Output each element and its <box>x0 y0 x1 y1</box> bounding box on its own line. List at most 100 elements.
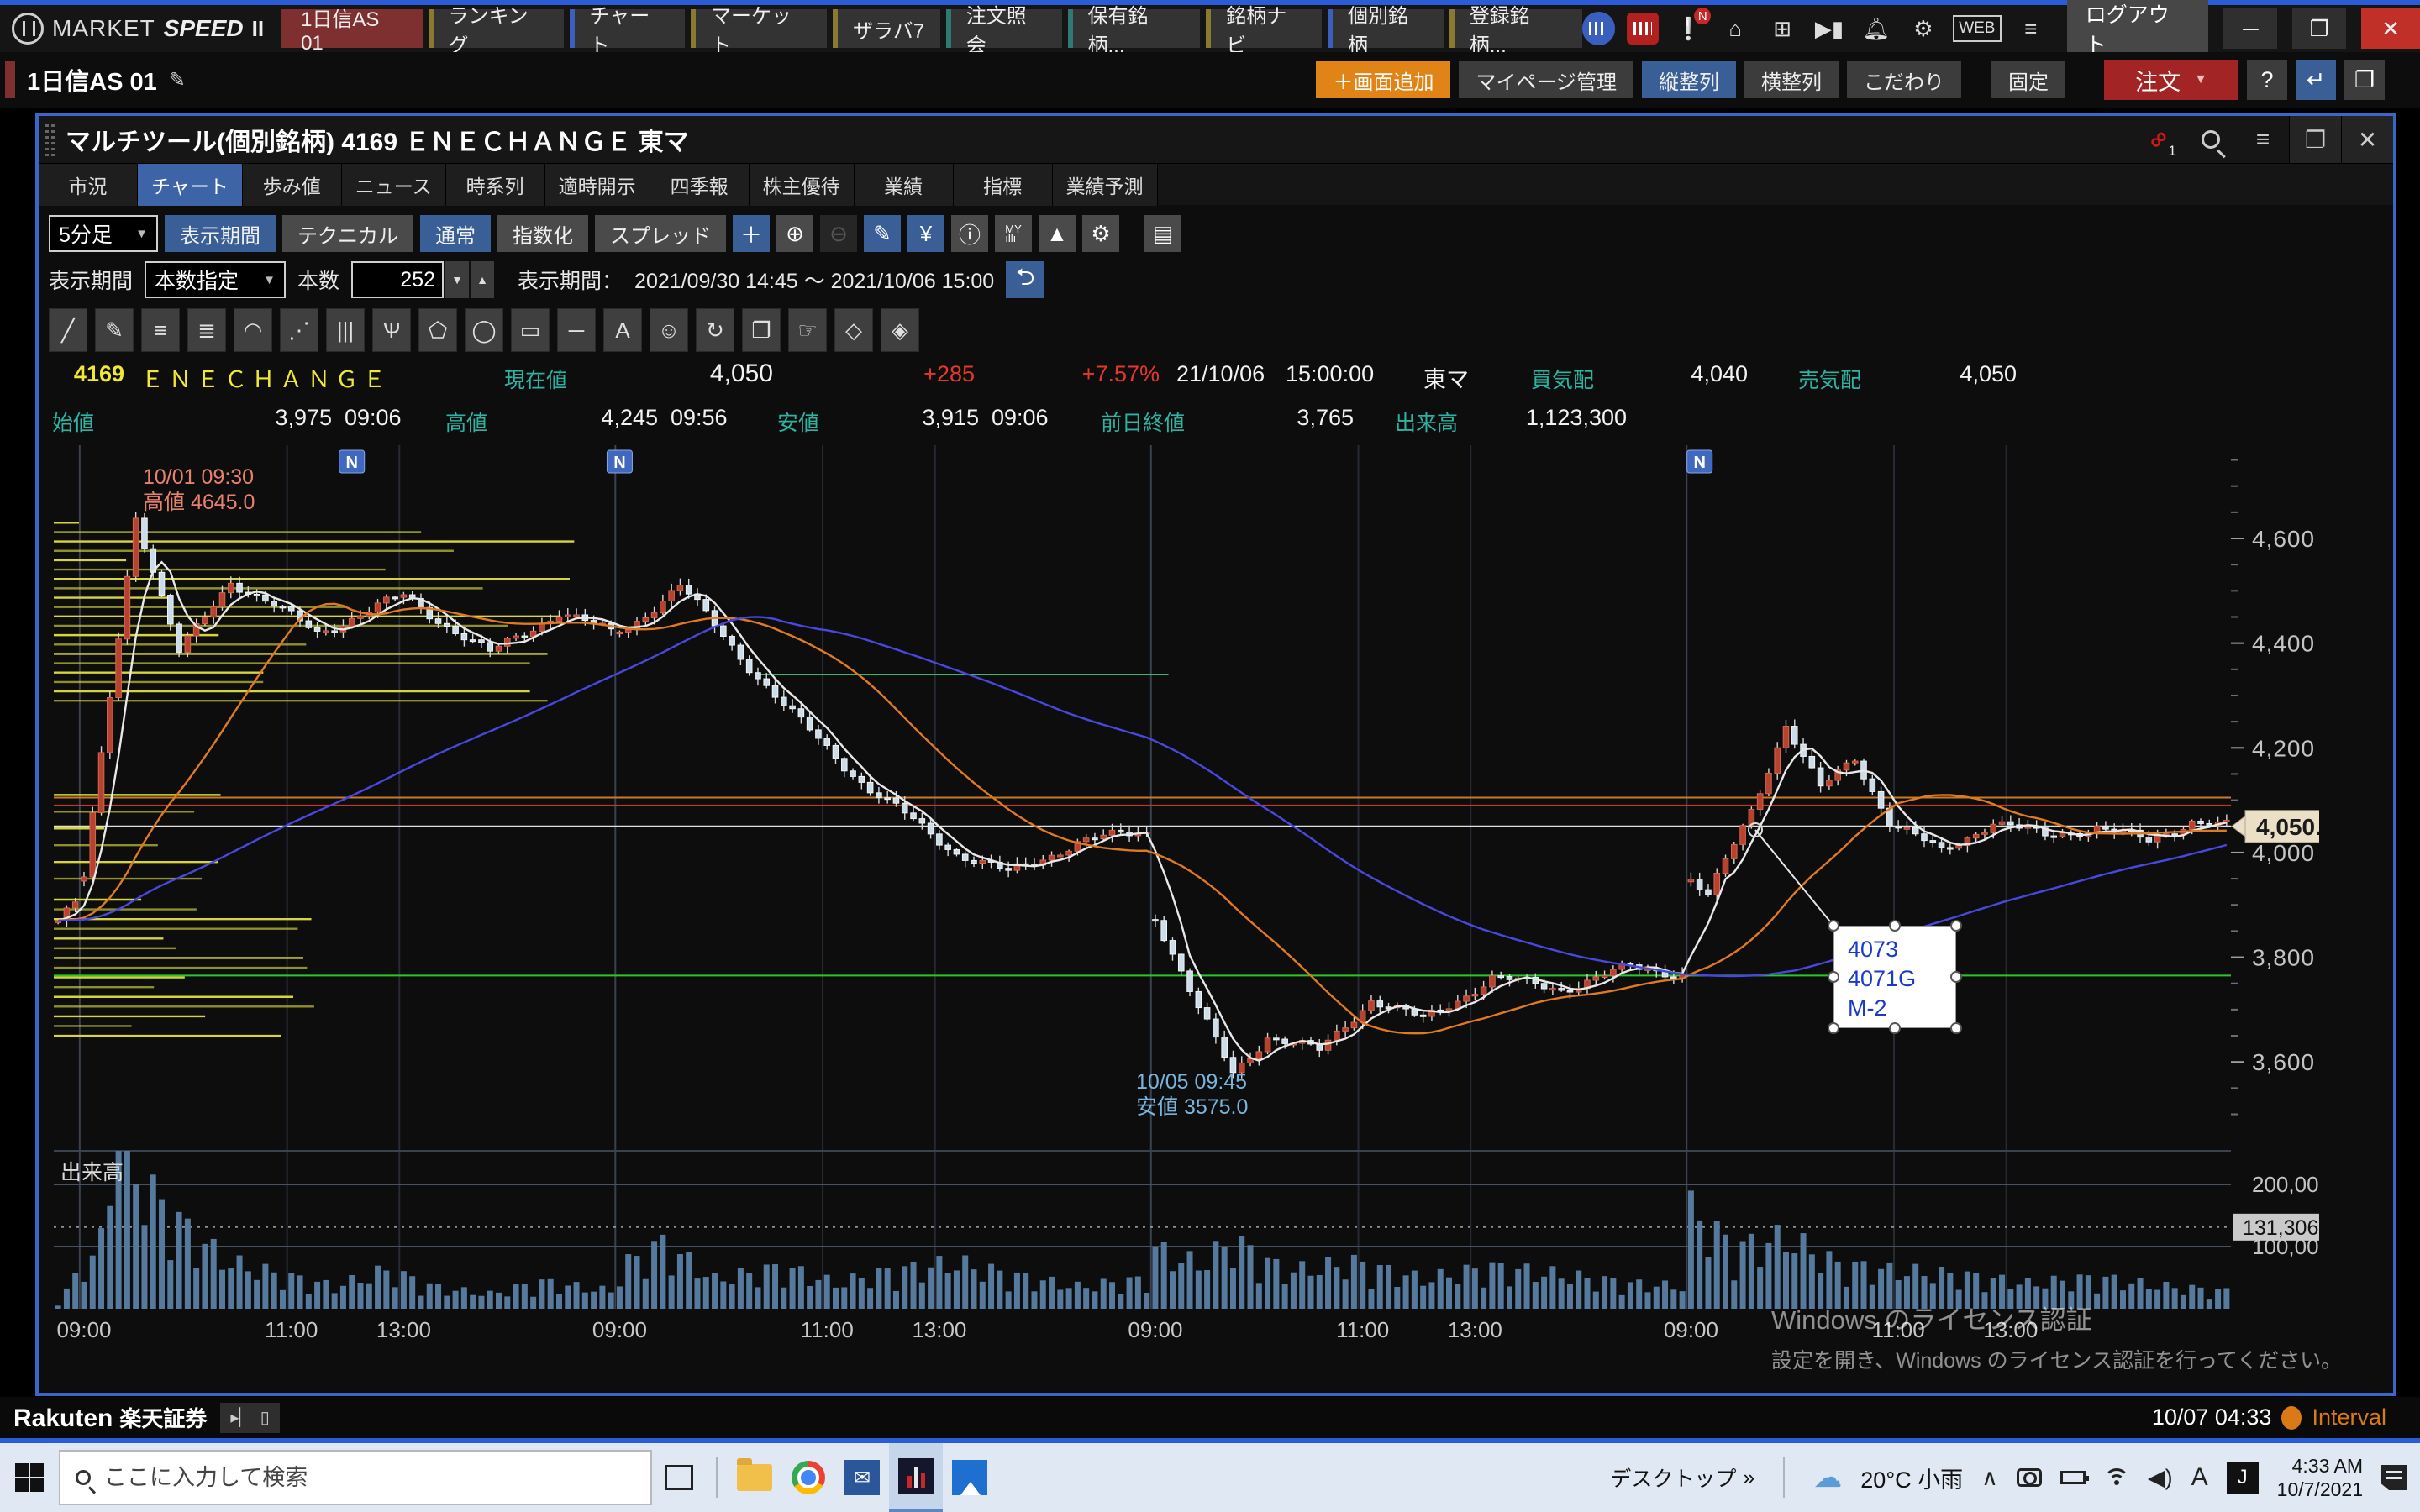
tab-chart[interactable]: チャート <box>138 164 243 206</box>
window-restore-icon[interactable]: ❐ <box>2289 116 2341 163</box>
spread-button[interactable]: スプレッド <box>595 215 726 252</box>
camera-icon[interactable] <box>2017 1468 2042 1487</box>
time-cycle-tool-icon[interactable]: ↻ <box>696 308 734 352</box>
parallel-lines-tool-icon[interactable]: ≣ <box>187 308 226 352</box>
chrome-button[interactable] <box>781 1443 835 1512</box>
taskbar-clock[interactable]: 4:33 AM10/7/2021 <box>2277 1454 2363 1501</box>
play-pause-icon[interactable]: ▸▏ <box>230 1407 251 1428</box>
hamburger-menu-icon[interactable]: ≡ <box>2013 11 2049 46</box>
close-button[interactable]: ✕ <box>2361 8 2420 49</box>
bar-count-input[interactable] <box>351 261 444 298</box>
my-chart-button[interactable]: MYıllı <box>995 215 1032 252</box>
fan-lines-tool-icon[interactable]: ⋰ <box>280 308 318 352</box>
add-window-icon[interactable]: ⊞ <box>1765 11 1800 46</box>
ime-letter[interactable]: A <box>2191 1463 2208 1492</box>
annotation-handle[interactable] <box>1889 920 1901 932</box>
zoom-in-button[interactable]: ⊕ <box>776 215 813 252</box>
tab-indicators[interactable]: 指標 <box>954 164 1053 206</box>
tab-disclosure[interactable]: 適時開示 <box>545 164 650 206</box>
tab-shikiho[interactable]: 四季報 <box>650 164 750 206</box>
annotation-handle[interactable] <box>1950 920 1962 932</box>
hand-tool-icon[interactable]: ☞ <box>788 308 827 352</box>
normal-button[interactable]: 通常 <box>420 215 491 252</box>
taskbar-search[interactable] <box>59 1450 652 1505</box>
chart-square-icon[interactable] <box>1627 13 1659 45</box>
eraser-tool-icon[interactable]: ◇ <box>834 308 873 352</box>
tab-time-series[interactable]: 時系列 <box>446 164 545 206</box>
popout-button[interactable]: ❐ <box>2344 60 2385 100</box>
annotation-handle[interactable] <box>1828 971 1839 983</box>
multitool-titlebar[interactable]: マルチツール(個別銘柄) 4169 ＥＮＥＣＨＡＮＧＥ 東マ ∞1 ≡ ❐ ✕ <box>39 116 2393 163</box>
annotation-handle[interactable] <box>1950 1022 1962 1034</box>
text-tool-icon[interactable]: A <box>603 308 642 352</box>
period-mode-select[interactable]: 本数指定▼ <box>145 261 286 298</box>
display-period-button[interactable]: 表示期間 <box>165 215 276 252</box>
horizontal-segment-tool-icon[interactable]: ─ <box>557 308 596 352</box>
add-screen-button[interactable]: ＋画面追加 <box>1316 61 1450 98</box>
indexed-button[interactable]: 指数化 <box>497 215 588 252</box>
ellipse-tool-icon[interactable]: ◯ <box>465 308 503 352</box>
annotation-handle[interactable] <box>1950 971 1962 983</box>
search-icon[interactable] <box>2185 116 2237 163</box>
monitor-icon[interactable]: ▶▮ <box>1812 11 1847 46</box>
order-button[interactable]: 注文▼ <box>2104 60 2238 100</box>
menu-tab-ranking[interactable]: ランキング <box>429 9 564 48</box>
photos-button[interactable] <box>943 1443 997 1512</box>
trendline[interactable] <box>1755 830 1833 926</box>
mail-button[interactable]: ✉ <box>835 1443 889 1512</box>
tile-vertical-button[interactable]: 縦整列 <box>1642 61 1736 98</box>
chart-settings-button[interactable]: ⚙ <box>1082 215 1119 252</box>
zoom-out-button[interactable]: ⊖ <box>820 215 857 252</box>
search-input[interactable] <box>104 1465 608 1491</box>
menu-tab-individual-stock[interactable]: 個別銘柄 <box>1328 9 1444 48</box>
bell-icon[interactable]: 🔔︎ <box>1859 11 1894 46</box>
count-up-button[interactable]: ▲ <box>469 261 494 298</box>
menu-tab-day-trade-as-01[interactable]: 1日信AS 01 <box>281 9 422 48</box>
annotation-handle[interactable] <box>1828 920 1839 932</box>
weather-icon[interactable]: ☁ <box>1813 1461 1842 1494</box>
wifi-icon[interactable] <box>2104 1468 2129 1487</box>
tab-news[interactable]: ニュース <box>342 164 446 206</box>
ime-mode-icon[interactable]: J <box>2227 1462 2259 1494</box>
menu-tab-zaraba7[interactable]: ザラバ7 <box>833 9 940 48</box>
pencil-tool-icon[interactable]: ✎ <box>95 308 134 352</box>
action-center-icon[interactable] <box>2381 1465 2407 1490</box>
desktop-toolbar[interactable]: デスクトップ» <box>1610 1462 1754 1493</box>
battery-icon[interactable] <box>2060 1471 2086 1484</box>
speaker-icon[interactable]: ◀) <box>2148 1465 2173 1491</box>
menu-tab-order-inquiry[interactable]: 注文照会 <box>946 9 1062 48</box>
alert-icon[interactable]: ❕N <box>1670 11 1706 46</box>
home-icon[interactable]: ⌂ <box>1718 11 1753 46</box>
task-view-button[interactable] <box>652 1443 706 1512</box>
annotation-handle[interactable] <box>1828 1022 1839 1034</box>
icon-stamp-tool-icon[interactable]: ☺ <box>650 308 688 352</box>
price-annotation-box[interactable]: 4073 4071G M-2 <box>1833 926 1956 1028</box>
menu-tab-stock-navi[interactable]: 銘柄ナビ <box>1206 9 1322 48</box>
start-button[interactable] <box>0 1443 59 1512</box>
technical-button[interactable]: テクニカル <box>282 215 413 252</box>
mypage-manage-button[interactable]: マイページ管理 <box>1459 61 1634 98</box>
print-button[interactable]: ▤ <box>1144 215 1181 252</box>
eraser-all-tool-icon[interactable]: ◈ <box>881 308 919 352</box>
vertical-lines-tool-icon[interactable]: ||| <box>326 308 365 352</box>
drag-grip-icon[interactable] <box>45 123 57 156</box>
file-explorer-button[interactable] <box>728 1443 781 1512</box>
menu-tab-registered-stocks[interactable]: 登録銘柄... <box>1449 9 1582 48</box>
marketspeed-button[interactable] <box>889 1443 943 1512</box>
price-volume-chart[interactable]: 3,6003,8004,0004,2004,4004,600200,000100… <box>50 444 2319 1349</box>
edit-pencil-icon[interactable]: ✎ <box>169 68 186 92</box>
menu-tab-market[interactable]: マーケット <box>691 9 827 48</box>
trendline-tool-icon[interactable]: ╱ <box>49 308 87 352</box>
minimize-button[interactable]: ─ <box>2223 8 2277 49</box>
web-icon[interactable]: WEB <box>1953 15 2002 42</box>
tile-horizontal-button[interactable]: 横整列 <box>1744 61 1839 98</box>
interval-select[interactable]: 5分足▼ <box>49 215 158 252</box>
yen-scale-button[interactable]: ¥ <box>908 215 944 252</box>
pin-fixed-button[interactable]: 固定 <box>1991 61 2065 98</box>
window-close-icon[interactable]: ✕ <box>2341 116 2393 163</box>
chart-circle-icon[interactable] <box>1582 12 1616 45</box>
count-down-button[interactable]: ▼ <box>444 261 469 298</box>
tray-expand-icon[interactable]: ∧ <box>1981 1465 1998 1491</box>
menu-tab-chart[interactable]: チャート <box>570 9 686 48</box>
tab-earnings[interactable]: 業績 <box>855 164 954 206</box>
